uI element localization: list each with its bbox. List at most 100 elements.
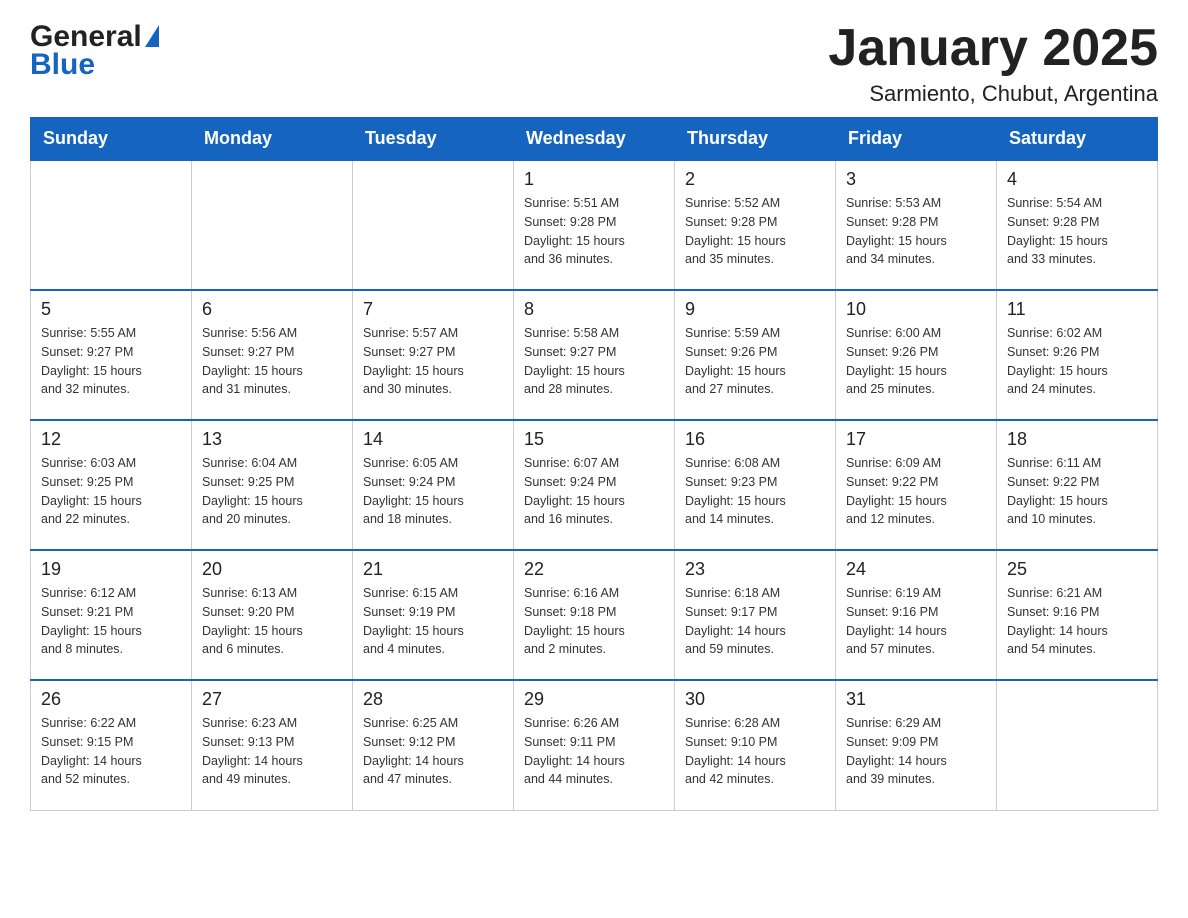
day-info: Sunrise: 6:15 AM Sunset: 9:19 PM Dayligh…: [363, 584, 503, 659]
day-info: Sunrise: 5:58 AM Sunset: 9:27 PM Dayligh…: [524, 324, 664, 399]
day-info: Sunrise: 6:21 AM Sunset: 9:16 PM Dayligh…: [1007, 584, 1147, 659]
day-number: 17: [846, 429, 986, 450]
day-info: Sunrise: 6:09 AM Sunset: 9:22 PM Dayligh…: [846, 454, 986, 529]
day-info: Sunrise: 6:00 AM Sunset: 9:26 PM Dayligh…: [846, 324, 986, 399]
day-info: Sunrise: 6:19 AM Sunset: 9:16 PM Dayligh…: [846, 584, 986, 659]
day-number: 8: [524, 299, 664, 320]
day-info: Sunrise: 6:07 AM Sunset: 9:24 PM Dayligh…: [524, 454, 664, 529]
day-info: Sunrise: 6:29 AM Sunset: 9:09 PM Dayligh…: [846, 714, 986, 789]
calendar-cell: 16 Sunrise: 6:08 AM Sunset: 9:23 PM Dayli…: [675, 420, 836, 550]
day-info: Sunrise: 6:12 AM Sunset: 9:21 PM Dayligh…: [41, 584, 181, 659]
day-info: Sunrise: 6:13 AM Sunset: 9:20 PM Dayligh…: [202, 584, 342, 659]
day-info: Sunrise: 5:54 AM Sunset: 9:28 PM Dayligh…: [1007, 194, 1147, 269]
day-number: 22: [524, 559, 664, 580]
calendar-week-3: 12Sunrise: 6:03 AM Sunset: 9:25 PM Dayli…: [31, 420, 1158, 550]
day-info: Sunrise: 5:56 AM Sunset: 9:27 PM Dayligh…: [202, 324, 342, 399]
calendar-cell: 24 Sunrise: 6:19 AM Sunset: 9:16 PM Dayli…: [836, 550, 997, 680]
calendar-week-1: 1 Sunrise: 5:51 AM Sunset: 9:28 PM Daylig…: [31, 160, 1158, 290]
day-info: Sunrise: 6:11 AM Sunset: 9:22 PM Dayligh…: [1007, 454, 1147, 529]
day-number: 2: [685, 169, 825, 190]
day-number: 15: [524, 429, 664, 450]
day-info: Sunrise: 6:03 AM Sunset: 9:25 PM Dayligh…: [41, 454, 181, 529]
calendar-cell: 18 Sunrise: 6:11 AM Sunset: 9:22 PM Dayli…: [997, 420, 1158, 550]
calendar-cell: 21 Sunrise: 6:15 AM Sunset: 9:19 PM Dayli…: [353, 550, 514, 680]
calendar-cell: 1 Sunrise: 5:51 AM Sunset: 9:28 PM Daylig…: [514, 160, 675, 290]
calendar-cell: 25 Sunrise: 6:21 AM Sunset: 9:16 PM Dayli…: [997, 550, 1158, 680]
day-info: Sunrise: 6:25 AM Sunset: 9:12 PM Dayligh…: [363, 714, 503, 789]
calendar-cell: 26 Sunrise: 6:22 AM Sunset: 9:15 PM Dayli…: [31, 680, 192, 810]
calendar-cell: 30Sunrise: 6:28 AM Sunset: 9:10 PM Dayli…: [675, 680, 836, 810]
day-info: Sunrise: 5:57 AM Sunset: 9:27 PM Dayligh…: [363, 324, 503, 399]
day-number: 5: [41, 299, 181, 320]
calendar-cell: 8 Sunrise: 5:58 AM Sunset: 9:27 PM Daylig…: [514, 290, 675, 420]
calendar-cell: [31, 160, 192, 290]
weekday-header-thursday: Thursday: [675, 118, 836, 161]
day-number: 31: [846, 689, 986, 710]
day-info: Sunrise: 6:04 AM Sunset: 9:25 PM Dayligh…: [202, 454, 342, 529]
calendar-cell: 5 Sunrise: 5:55 AM Sunset: 9:27 PM Daylig…: [31, 290, 192, 420]
weekday-header-friday: Friday: [836, 118, 997, 161]
day-number: 27: [202, 689, 342, 710]
day-number: 18: [1007, 429, 1147, 450]
day-info: Sunrise: 5:51 AM Sunset: 9:28 PM Dayligh…: [524, 194, 664, 269]
calendar-cell: 29Sunrise: 6:26 AM Sunset: 9:11 PM Dayli…: [514, 680, 675, 810]
day-number: 1: [524, 169, 664, 190]
day-number: 7: [363, 299, 503, 320]
calendar-cell: 13Sunrise: 6:04 AM Sunset: 9:25 PM Dayli…: [192, 420, 353, 550]
logo-triangle-icon: [145, 25, 159, 47]
day-info: Sunrise: 6:16 AM Sunset: 9:18 PM Dayligh…: [524, 584, 664, 659]
calendar-cell: 14Sunrise: 6:05 AM Sunset: 9:24 PM Dayli…: [353, 420, 514, 550]
calendar-cell: 15 Sunrise: 6:07 AM Sunset: 9:24 PM Dayli…: [514, 420, 675, 550]
day-info: Sunrise: 5:55 AM Sunset: 9:27 PM Dayligh…: [41, 324, 181, 399]
weekday-header-tuesday: Tuesday: [353, 118, 514, 161]
day-number: 4: [1007, 169, 1147, 190]
calendar-header: SundayMondayTuesdayWednesdayThursdayFrid…: [31, 118, 1158, 161]
calendar-cell: 17 Sunrise: 6:09 AM Sunset: 9:22 PM Dayli…: [836, 420, 997, 550]
day-info: Sunrise: 6:02 AM Sunset: 9:26 PM Dayligh…: [1007, 324, 1147, 399]
day-number: 24: [846, 559, 986, 580]
calendar-cell: 20 Sunrise: 6:13 AM Sunset: 9:20 PM Dayli…: [192, 550, 353, 680]
calendar-cell: 6 Sunrise: 5:56 AM Sunset: 9:27 PM Daylig…: [192, 290, 353, 420]
day-number: 26: [41, 689, 181, 710]
day-number: 25: [1007, 559, 1147, 580]
day-number: 11: [1007, 299, 1147, 320]
calendar-cell: 31 Sunrise: 6:29 AM Sunset: 9:09 PM Dayli…: [836, 680, 997, 810]
calendar-cell: 9Sunrise: 5:59 AM Sunset: 9:26 PM Daylig…: [675, 290, 836, 420]
day-info: Sunrise: 5:59 AM Sunset: 9:26 PM Dayligh…: [685, 324, 825, 399]
day-number: 29: [524, 689, 664, 710]
day-number: 6: [202, 299, 342, 320]
weekday-header-monday: Monday: [192, 118, 353, 161]
weekday-header-wednesday: Wednesday: [514, 118, 675, 161]
day-number: 30: [685, 689, 825, 710]
calendar-cell: 10 Sunrise: 6:00 AM Sunset: 9:26 PM Dayli…: [836, 290, 997, 420]
day-number: 28: [363, 689, 503, 710]
logo-blue-text: Blue: [30, 48, 95, 82]
calendar-cell: [192, 160, 353, 290]
calendar-cell: 7 Sunrise: 5:57 AM Sunset: 9:27 PM Daylig…: [353, 290, 514, 420]
calendar-cell: 4 Sunrise: 5:54 AM Sunset: 9:28 PM Daylig…: [997, 160, 1158, 290]
calendar-cell: 11 Sunrise: 6:02 AM Sunset: 9:26 PM Dayli…: [997, 290, 1158, 420]
day-number: 3: [846, 169, 986, 190]
calendar-cell: 19 Sunrise: 6:12 AM Sunset: 9:21 PM Dayli…: [31, 550, 192, 680]
title-block: January 2025 Sarmiento, Chubut, Argentin…: [828, 20, 1158, 107]
day-number: 21: [363, 559, 503, 580]
day-info: Sunrise: 6:22 AM Sunset: 9:15 PM Dayligh…: [41, 714, 181, 789]
day-info: Sunrise: 6:08 AM Sunset: 9:23 PM Dayligh…: [685, 454, 825, 529]
calendar-cell: 3 Sunrise: 5:53 AM Sunset: 9:28 PM Daylig…: [836, 160, 997, 290]
calendar-body: 1 Sunrise: 5:51 AM Sunset: 9:28 PM Daylig…: [31, 160, 1158, 810]
day-number: 16: [685, 429, 825, 450]
calendar-cell: 22 Sunrise: 6:16 AM Sunset: 9:18 PM Dayli…: [514, 550, 675, 680]
day-info: Sunrise: 5:53 AM Sunset: 9:28 PM Dayligh…: [846, 194, 986, 269]
calendar-table: SundayMondayTuesdayWednesdayThursdayFrid…: [30, 117, 1158, 811]
day-number: 20: [202, 559, 342, 580]
day-number: 14: [363, 429, 503, 450]
day-number: 10: [846, 299, 986, 320]
calendar-cell: [997, 680, 1158, 810]
calendar-week-4: 19 Sunrise: 6:12 AM Sunset: 9:21 PM Dayli…: [31, 550, 1158, 680]
calendar-cell: 12Sunrise: 6:03 AM Sunset: 9:25 PM Dayli…: [31, 420, 192, 550]
calendar-cell: 2Sunrise: 5:52 AM Sunset: 9:28 PM Daylig…: [675, 160, 836, 290]
day-number: 19: [41, 559, 181, 580]
weekday-header-sunday: Sunday: [31, 118, 192, 161]
calendar-title: January 2025: [828, 20, 1158, 77]
day-number: 23: [685, 559, 825, 580]
